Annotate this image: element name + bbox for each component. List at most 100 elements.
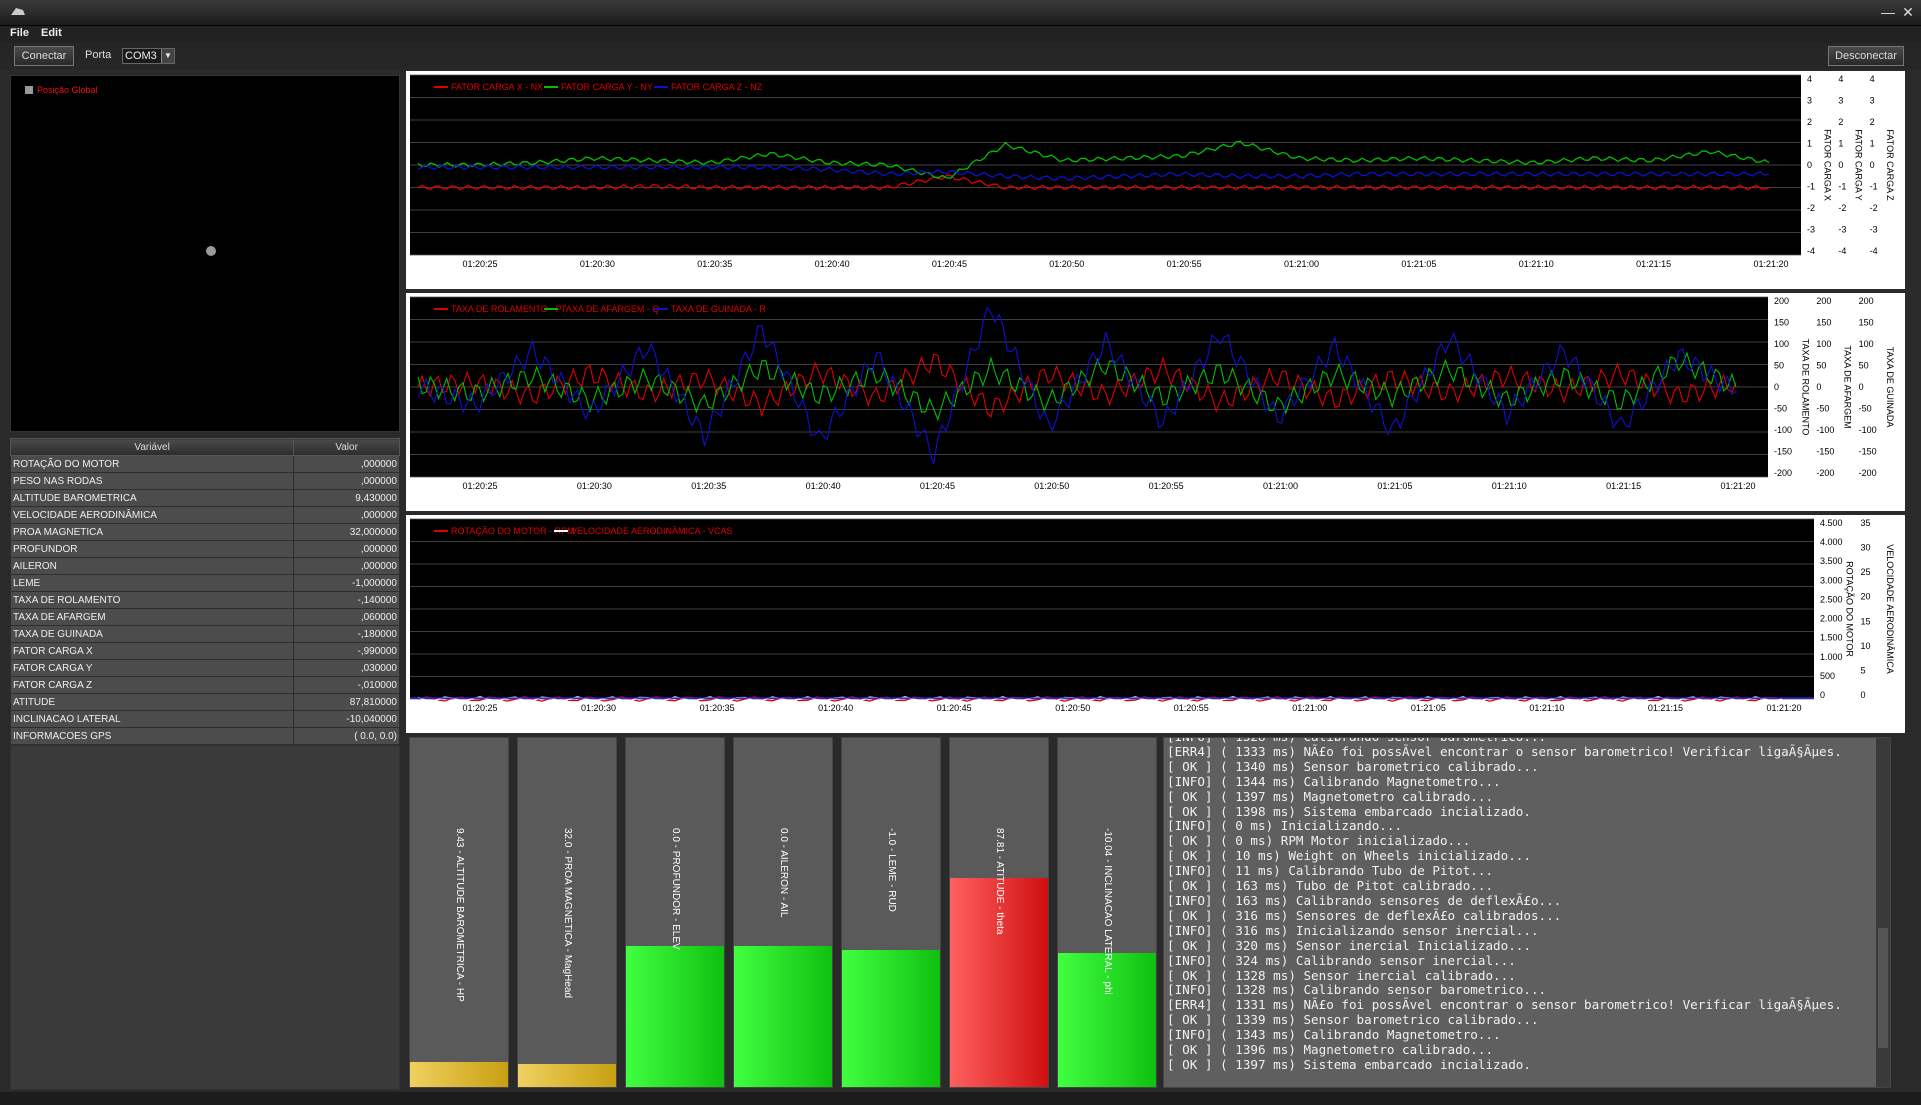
- log-line: [INFO] ( 163 ms) Calibrando sensores de …: [1167, 892, 1562, 908]
- legend-swatch-icon: [25, 86, 33, 94]
- variable-value: -,140000: [293, 591, 400, 609]
- variable-value: ,000000: [293, 557, 400, 575]
- y-tick-label: -100: [1816, 425, 1834, 435]
- log-line: [ OK ] ( 320 ms) Sensor inercial Inicial…: [1167, 937, 1531, 953]
- x-tick-label: 01:21:20: [1766, 703, 1801, 713]
- y-tick-label: 4: [1838, 74, 1843, 84]
- table-row[interactable]: ROTAÇÃO DO MOTOR ,000000: [9, 455, 400, 473]
- global-position-map[interactable]: Posição Global: [10, 75, 400, 432]
- x-tick-label: 01:20:35: [691, 481, 726, 491]
- instrument-bar: 0.0 - AILERON - AIL: [733, 737, 833, 1088]
- variable-value: ,000000: [293, 540, 400, 558]
- x-tick-label: 01:21:10: [1492, 481, 1527, 491]
- menu-bar: File Edit: [0, 26, 1921, 43]
- instrument-bar: -10.04 - INCLINACAO LATERAL - phi: [1057, 737, 1157, 1088]
- console-scrollbar-thumb[interactable]: [1878, 928, 1888, 1048]
- y-tick-label: 1: [1838, 139, 1843, 149]
- variable-value: ,030000: [293, 659, 400, 677]
- y-tick-label: -200: [1774, 468, 1792, 478]
- variable-value: ,000000: [293, 455, 400, 473]
- table-row[interactable]: INCLINACAO LATERAL -10,040000: [9, 710, 400, 728]
- instrument-bar: 0.0 - PROFUNDOR - ELEV: [625, 737, 725, 1088]
- y-tick-label: 4.500: [1820, 518, 1843, 528]
- table-row[interactable]: VELOCIDADE AERODINÂMICA ,000000: [9, 506, 400, 524]
- y-tick-label: 3: [1807, 96, 1812, 106]
- x-tick-label: 01:20:30: [581, 703, 616, 713]
- variable-value: -,010000: [293, 676, 400, 694]
- bar-label: 0.0 - AILERON - AIL: [778, 828, 789, 918]
- variable-value: -10,040000: [293, 710, 400, 728]
- column-header-value[interactable]: Valor: [293, 438, 400, 456]
- log-line: [INFO] ( 316 ms) Inicializando sensor in…: [1167, 922, 1539, 938]
- table-row[interactable]: TAXA DE ROLAMENTO -,140000: [9, 591, 400, 609]
- y-tick-label: 500: [1820, 671, 1835, 681]
- table-row[interactable]: INFORMACOES GPS( 0.0, 0.0): [9, 727, 400, 745]
- console-scrollbar[interactable]: [1876, 738, 1890, 1087]
- y-tick-label: 4.000: [1820, 537, 1843, 547]
- x-tick-label: 01:20:50: [1055, 703, 1090, 713]
- rpm-airspeed-chart: 01:20:25 01:20:30 01:20:35 01:20:40 01:20:45…: [406, 515, 1905, 733]
- column-header-variable[interactable]: Variável: [9, 438, 295, 456]
- chart-svg: 01:20:25 01:20:30 01:20:35 01:20:40 01:20:45…: [410, 74, 1895, 269]
- variable-name: AILERON: [9, 557, 295, 575]
- y-tick-label: 10: [1861, 641, 1871, 651]
- table-row[interactable]: AILERON ,000000: [9, 557, 400, 575]
- table-empty-area: [10, 745, 400, 1090]
- log-line: [ OK ] ( 1397 ms) Sistema embarcado inci…: [1167, 1056, 1531, 1072]
- variable-name: TAXA DE AFARGEM: [9, 608, 295, 626]
- y-tick-label: -2: [1838, 203, 1846, 213]
- log-line: [ OK ] ( 1340 ms) Sensor barometrico cal…: [1167, 758, 1539, 774]
- table-row[interactable]: TAXA DE GUINADA -,180000: [9, 625, 400, 643]
- menu-file[interactable]: File: [10, 27, 29, 39]
- y-tick-label: 25: [1861, 567, 1871, 577]
- x-tick-label: 01:20:50: [1049, 259, 1084, 269]
- log-console[interactable]: [INFO] ( 1328 ms) Calibrando sensor baro…: [1163, 737, 1891, 1088]
- y-tick-label: -200: [1816, 468, 1834, 478]
- log-line: [INFO] ( 324 ms) Calibrando sensor inerc…: [1167, 952, 1516, 968]
- connect-button[interactable]: Conectar: [14, 46, 74, 66]
- y-axis-label: VELOCIDADE AERODINÂMICA: [1885, 544, 1895, 674]
- x-tick-label: 01:20:45: [932, 259, 967, 269]
- table-row[interactable]: FATOR CARGA Z -,010000: [9, 676, 400, 694]
- menu-edit[interactable]: Edit: [41, 27, 62, 39]
- table-row[interactable]: PROA MAGNETICA 32,000000: [9, 523, 400, 541]
- table-row[interactable]: LEME -1,000000: [9, 574, 400, 592]
- y-tick-label: 2.500: [1820, 594, 1843, 604]
- disconnect-button[interactable]: Desconectar: [1828, 46, 1904, 66]
- bar-fill: [518, 1064, 616, 1087]
- y-tick-label: 0: [1816, 382, 1821, 392]
- x-tick-label: 01:20:40: [815, 259, 850, 269]
- x-tick-label: 01:21:05: [1401, 259, 1436, 269]
- variable-name: PROA MAGNETICA: [9, 523, 295, 541]
- port-select[interactable]: COM3 ▼: [122, 48, 175, 64]
- table-row[interactable]: TAXA DE AFARGEM ,060000: [9, 608, 400, 626]
- variable-name: ATITUDE: [9, 693, 295, 711]
- log-lines: [INFO] ( 1328 ms) Calibrando sensor baro…: [1167, 738, 1842, 1073]
- title-bar: — ✕: [0, 0, 1921, 26]
- x-tick-label: 01:20:55: [1149, 481, 1184, 491]
- close-button[interactable]: ✕: [1900, 4, 1916, 20]
- x-tick-label: 01:20:30: [577, 481, 612, 491]
- table-row[interactable]: PROFUNDOR ,000000: [9, 540, 400, 558]
- y-axis-label: TAXA DE ROLAMENTO: [1800, 339, 1810, 436]
- log-line: [ OK ] ( 1328 ms) Sensor inercial calibr…: [1167, 967, 1516, 983]
- chevron-down-icon[interactable]: ▼: [161, 49, 174, 63]
- y-tick-label: -1: [1807, 182, 1815, 192]
- y-tick-label: -100: [1774, 425, 1792, 435]
- map-legend: Posição Global: [25, 85, 98, 95]
- table-row[interactable]: FATOR CARGA Y ,030000: [9, 659, 400, 677]
- table-row[interactable]: FATOR CARGA X -,990000: [9, 642, 400, 660]
- y-tick-label: 0: [1774, 382, 1779, 392]
- table-row[interactable]: ATITUDE 87,810000: [9, 693, 400, 711]
- bar-fill: [734, 945, 832, 1087]
- y-tick-label: 20: [1861, 592, 1871, 602]
- table-row[interactable]: ALTITUDE BAROMETRICA 9,430000: [9, 489, 400, 507]
- port-value: COM3: [125, 50, 157, 62]
- y-tick-label: -100: [1859, 425, 1877, 435]
- y-tick-label: 3: [1838, 96, 1843, 106]
- table-row[interactable]: PESO NAS RODAS ,000000: [9, 472, 400, 490]
- minimize-button[interactable]: —: [1880, 4, 1896, 20]
- y-tick-label: 3: [1870, 96, 1875, 106]
- y-tick-label: 1.500: [1820, 633, 1843, 643]
- y-tick-label: 1.000: [1820, 652, 1843, 662]
